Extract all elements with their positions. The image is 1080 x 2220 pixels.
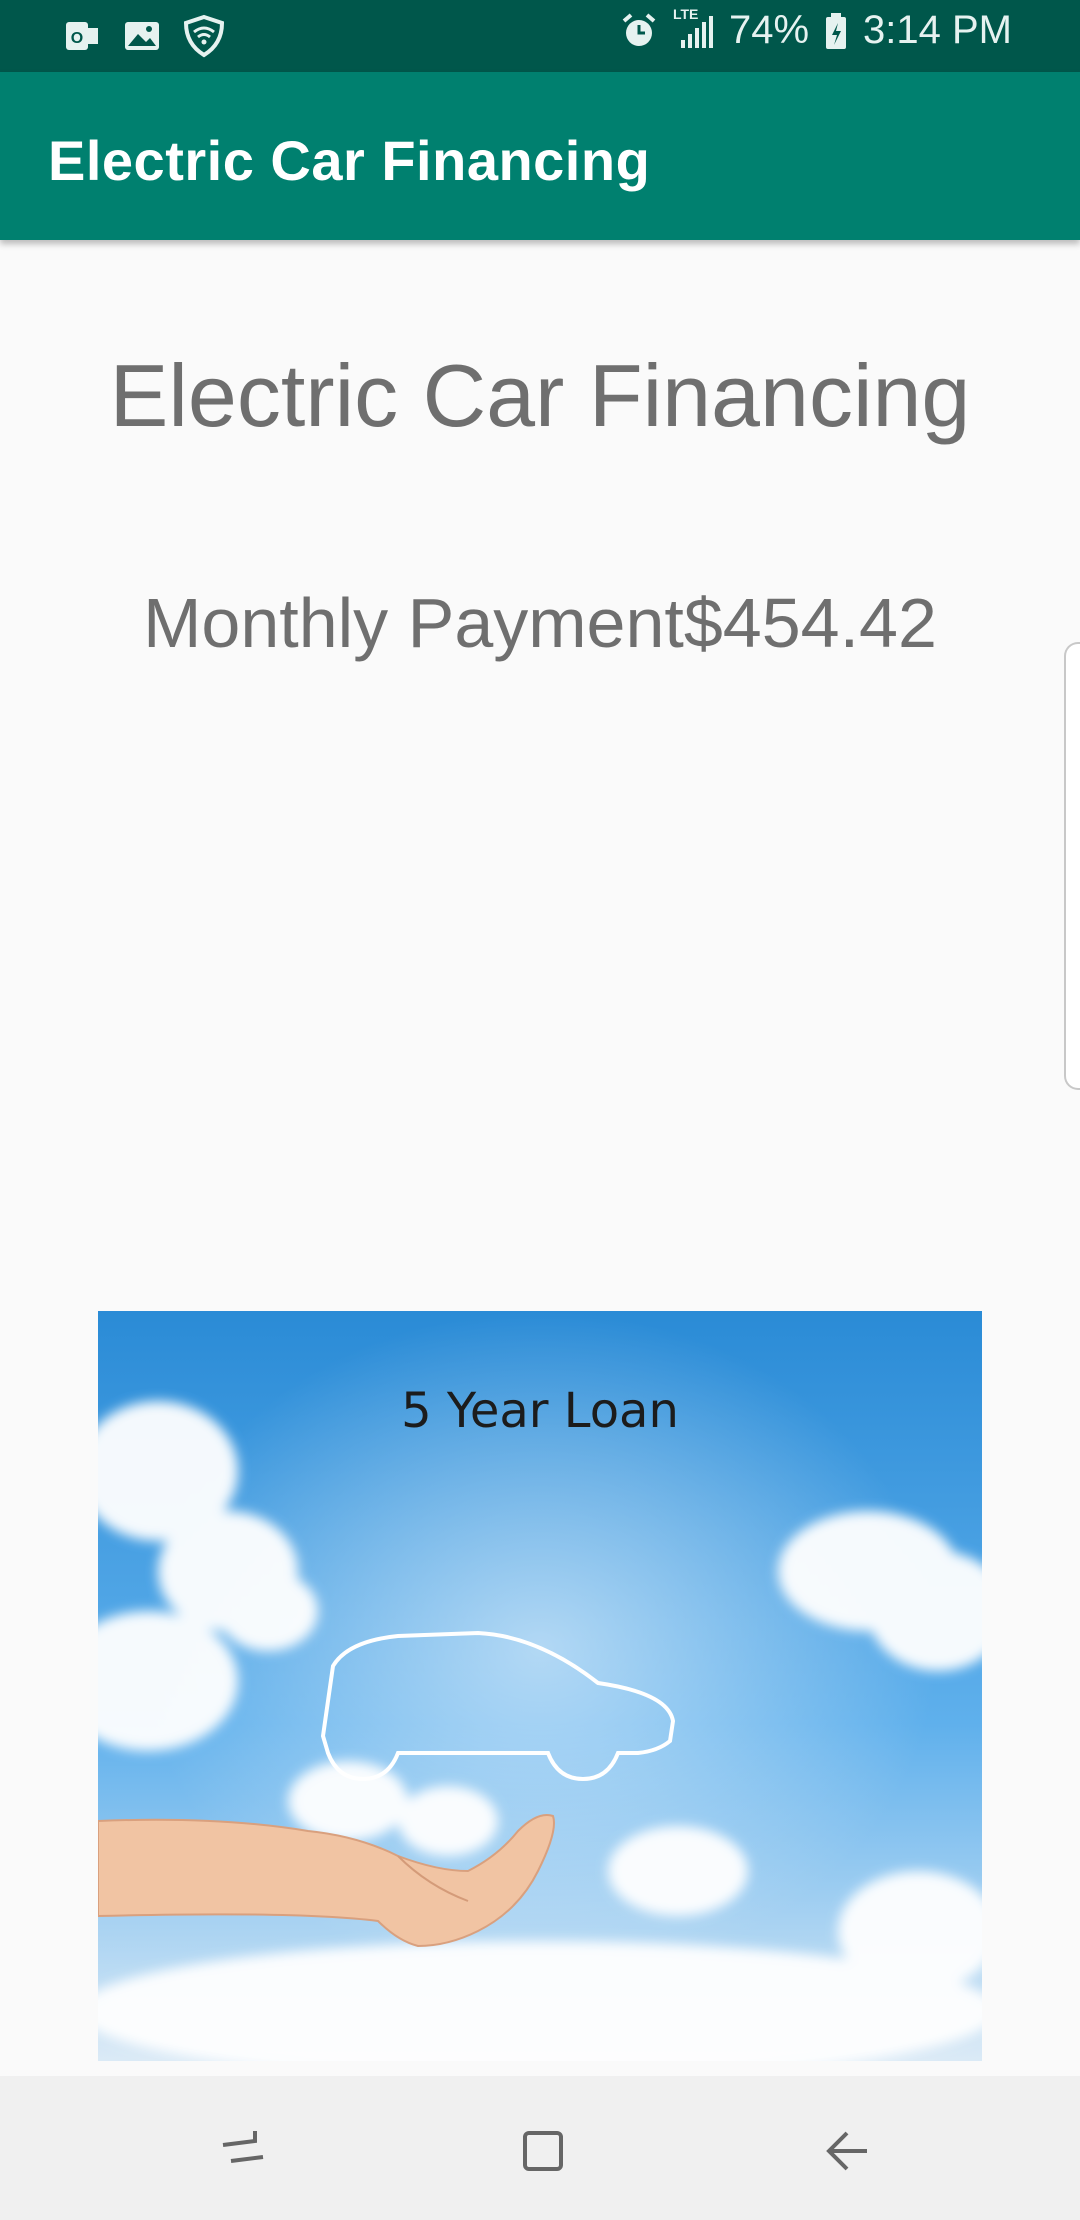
status-bar: O LTE 74% 3:14 PM xyxy=(0,0,1080,72)
navigation-bar xyxy=(0,2076,1080,2220)
image-caption: 5 Year Loan xyxy=(401,1383,679,1439)
back-button[interactable] xyxy=(812,2116,882,2186)
status-time: 3:14 PM xyxy=(863,8,1012,52)
status-right-group: LTE 74% 3:14 PM xyxy=(619,6,1012,53)
page-heading: Electric Car Financing xyxy=(109,346,971,445)
alarm-icon xyxy=(619,11,659,51)
app-bar-title: Electric Car Financing xyxy=(48,129,651,192)
recent-apps-button[interactable] xyxy=(208,2116,278,2186)
back-icon xyxy=(826,2131,867,2171)
loan-image: 5 Year Loan xyxy=(98,1311,982,2061)
recent-apps-icon xyxy=(222,2131,264,2163)
battery-percent: 74% xyxy=(728,8,810,52)
app-bar: Electric Car Financing xyxy=(0,72,1080,240)
home-icon xyxy=(523,2131,563,2171)
status-left-icons: O xyxy=(62,14,226,58)
lte-signal-icon: LTE xyxy=(673,6,715,52)
gallery-icon xyxy=(122,16,162,56)
shield-wifi-icon xyxy=(182,14,226,58)
outlook-icon: O xyxy=(62,16,102,56)
battery-icon xyxy=(823,11,849,51)
network-label: LTE xyxy=(672,5,699,22)
edge-panel-handle[interactable] xyxy=(1064,642,1080,1090)
svg-text:O: O xyxy=(71,30,83,47)
home-button[interactable] xyxy=(508,2116,578,2186)
monthly-payment-text: Monthly Payment$454.42 xyxy=(143,584,937,662)
